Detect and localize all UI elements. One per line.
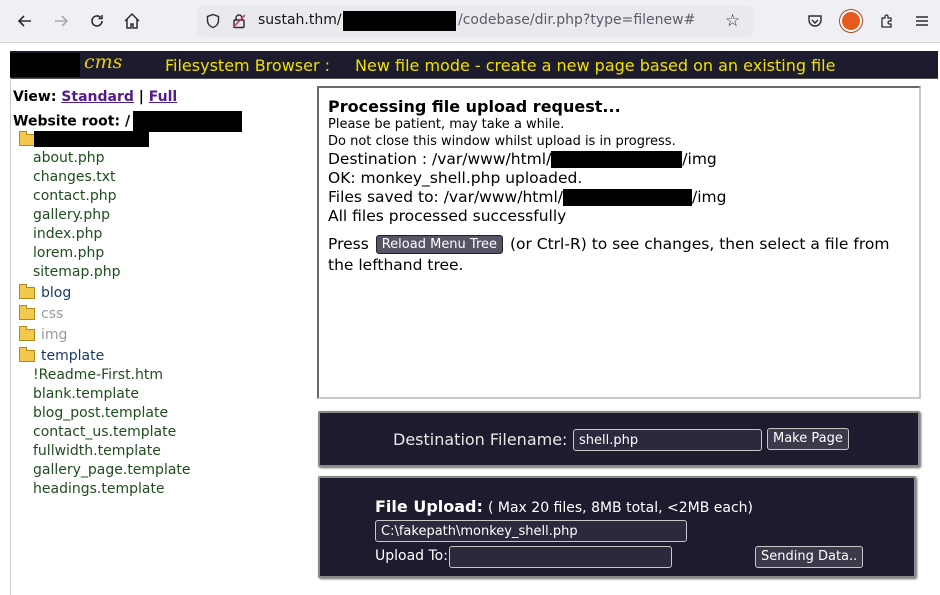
folder-icon [19, 347, 35, 362]
upload-to-label: Upload To: [375, 548, 448, 564]
press-text: Press [328, 235, 369, 253]
folder-name: template [41, 348, 105, 364]
extensions-puzzle-icon[interactable] [876, 10, 898, 32]
folder-icon [19, 284, 35, 299]
view-label: View: [13, 89, 57, 105]
forward-arrow-icon[interactable] [49, 9, 73, 33]
file-upload-panel: File Upload: ( Max 20 files, 8MB total, … [318, 476, 916, 578]
destination-filename-label: Destination Filename: [393, 430, 568, 449]
back-arrow-icon[interactable] [13, 9, 37, 33]
tracking-shield-icon[interactable] [205, 13, 221, 33]
website-root: Website root: / [13, 111, 243, 132]
reload-menu-tree-button[interactable]: Reload Menu Tree [375, 235, 504, 254]
file-link[interactable]: changes.txt [33, 169, 116, 185]
folder-item-img[interactable]: img [19, 326, 68, 343]
redaction-bar [34, 131, 149, 147]
redaction-bar [551, 151, 683, 168]
saved-suffix: /img [691, 188, 727, 206]
website-root-path: / [124, 113, 131, 130]
folder-item-css[interactable]: css [19, 305, 64, 322]
template-file-link[interactable]: gallery_page.template [33, 462, 191, 478]
folder-item-template[interactable]: template [19, 347, 105, 364]
sending-data-button[interactable]: Sending Data.. [755, 546, 864, 568]
upload-to-input[interactable] [449, 546, 672, 568]
mode-description: New file mode - create a new page based … [355, 56, 836, 75]
saved-line: Files saved to: /var/www/html/ /img [328, 188, 908, 207]
url-host: sustah.thm/ [258, 12, 342, 28]
folder-icon [19, 326, 35, 341]
url-path: /codebase/dir.php?type=filenew# [458, 12, 696, 28]
template-file-link[interactable]: contact_us.template [33, 424, 176, 440]
view-separator: | [138, 89, 144, 105]
redaction-bar [10, 53, 80, 77]
destination-prefix: Destination : /var/www/html/ [328, 150, 552, 168]
redaction-bar [133, 111, 243, 132]
file-upload-heading: File Upload: ( Max 20 files, 8MB total, … [375, 497, 753, 516]
view-full-link[interactable]: Full [149, 89, 177, 105]
folder-name: blog [41, 285, 72, 301]
file-upload-limits: ( Max 20 files, 8MB total, <2MB each) [487, 500, 754, 516]
cms-header: cms Filesystem Browser : New file mode -… [10, 51, 938, 79]
status-heading: Processing file upload request... [328, 97, 621, 116]
reload-icon[interactable] [85, 9, 109, 33]
destination-suffix: /img [682, 150, 717, 168]
reload-instructions: Press Reload Menu Tree (or Ctrl-R) to se… [328, 234, 908, 276]
folder-name: img [41, 327, 68, 343]
redaction-bar [562, 189, 692, 206]
view-switcher: View: Standard | Full [13, 89, 177, 105]
upload-status-panel: Processing file upload request... Please… [317, 86, 921, 399]
file-upload-input[interactable] [375, 520, 687, 542]
saved-prefix: Files saved to: /var/www/html/ [328, 188, 563, 206]
cms-logo: cms [84, 51, 123, 73]
redaction-bar [343, 11, 456, 31]
insecure-lock-icon[interactable] [231, 13, 247, 33]
upload-ok-line: OK: monkey_shell.php uploaded. [328, 169, 583, 187]
destination-line: Destination : /var/www/html/ /img [328, 150, 908, 169]
status-warning: Do not close this window whilst upload i… [328, 134, 676, 149]
folder-icon [19, 305, 35, 320]
template-file-link[interactable]: !Readme-First.htm [33, 367, 163, 383]
all-done-line: All files processed successfully [328, 207, 567, 225]
home-icon[interactable] [120, 9, 144, 33]
file-link[interactable]: about.php [33, 150, 105, 166]
file-link[interactable]: sitemap.php [33, 264, 121, 280]
make-page-button[interactable]: Make Page [767, 428, 849, 450]
folder-item-blog[interactable]: blog [19, 284, 72, 301]
bookmark-star-icon[interactable]: ☆ [725, 11, 740, 31]
template-file-link[interactable]: headings.template [33, 481, 165, 497]
template-file-link[interactable]: fullwidth.template [33, 443, 161, 459]
file-link[interactable]: index.php [33, 226, 102, 242]
folder-name: css [41, 306, 64, 322]
view-standard-link[interactable]: Standard [61, 89, 134, 105]
pocket-icon[interactable] [804, 10, 826, 32]
file-upload-title: File Upload: [375, 497, 483, 516]
template-file-link[interactable]: blank.template [33, 386, 139, 402]
page-title: Filesystem Browser : [165, 56, 331, 75]
sidebar-divider [10, 78, 11, 595]
website-root-label: Website root: [13, 113, 121, 130]
browser-toolbar: sustah.thm/ /codebase/dir.php?type=filen… [0, 0, 940, 43]
extension-fox-icon[interactable] [840, 10, 862, 32]
destination-filename-panel: Destination Filename: Make Page [318, 411, 920, 467]
status-note: Please be patient, may take a while. [328, 117, 565, 132]
file-link[interactable]: lorem.php [33, 245, 104, 261]
url-bar[interactable]: sustah.thm/ /codebase/dir.php?type=filen… [197, 5, 753, 37]
hamburger-menu-icon[interactable] [911, 10, 933, 32]
file-link[interactable]: contact.php [33, 188, 117, 204]
template-file-link[interactable]: blog_post.template [33, 405, 168, 421]
folder-icon[interactable] [19, 129, 35, 148]
file-link[interactable]: gallery.php [33, 207, 110, 223]
destination-filename-input[interactable] [573, 429, 762, 451]
